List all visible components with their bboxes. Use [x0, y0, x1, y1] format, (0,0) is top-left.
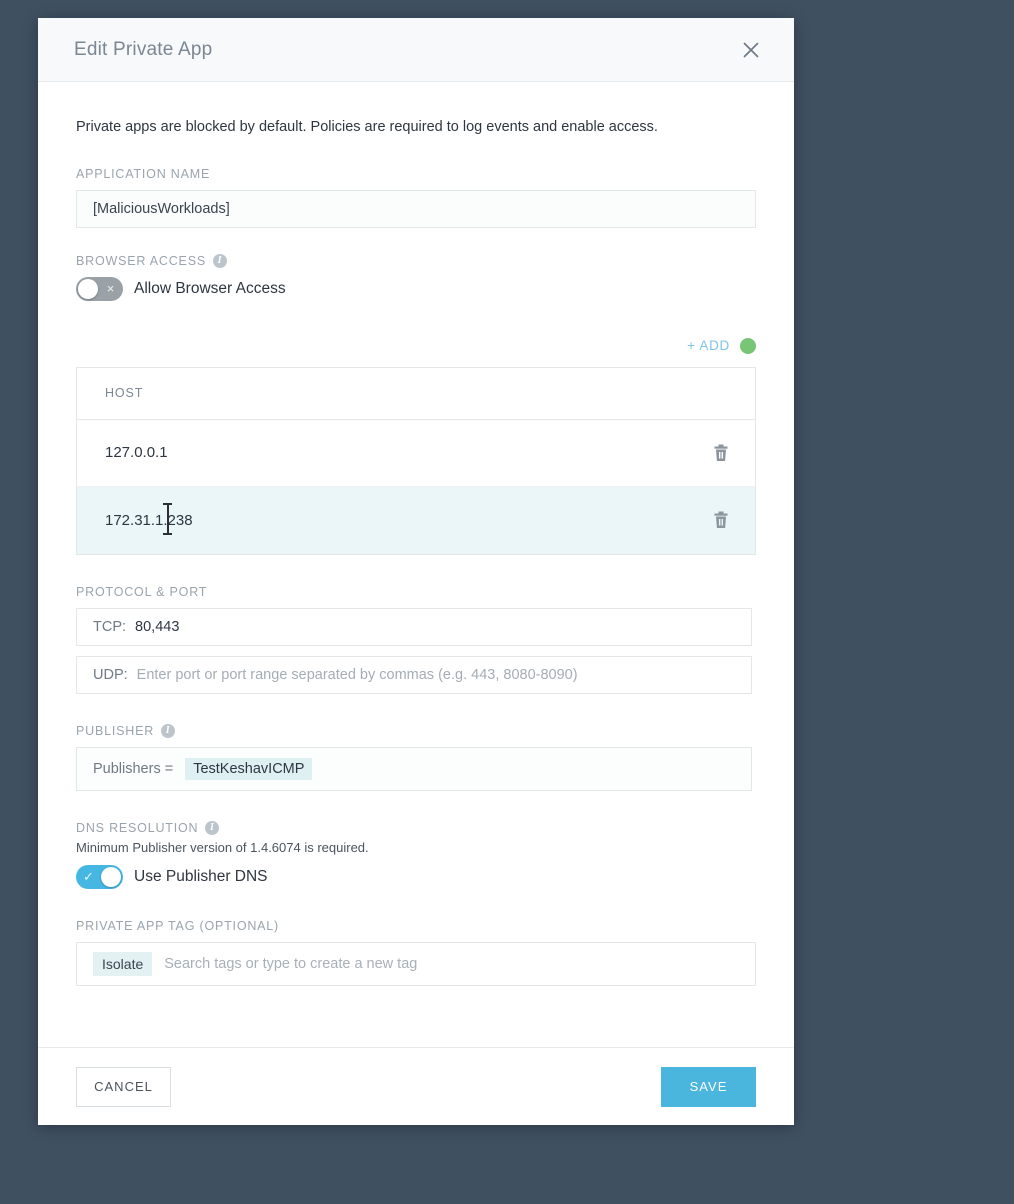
- close-icon[interactable]: [734, 33, 768, 67]
- info-icon[interactable]: i: [205, 820, 220, 835]
- tcp-prefix: TCP:: [93, 618, 127, 635]
- application-name-input[interactable]: [MaliciousWorkloads]: [76, 189, 756, 228]
- browser-access-toggle-row: × Allow Browser Access: [76, 276, 756, 301]
- tag-search-input[interactable]: Isolate Search tags or type to create a …: [76, 941, 756, 986]
- host-table: HOST 127.0.0.1 172.31.1.238: [76, 366, 756, 555]
- application-name-label-text: APPLICATION NAME: [76, 166, 211, 181]
- toggle-knob: [101, 866, 121, 887]
- private-app-tag-section: PRIVATE APP TAG (OPTIONAL) Isolate Searc…: [76, 919, 756, 986]
- add-host-button[interactable]: + ADD: [687, 338, 730, 353]
- dns-resolution-label: DNS RESOLUTION i: [76, 820, 756, 835]
- allow-browser-access-toggle[interactable]: ×: [76, 276, 123, 301]
- tcp-port-value: 80,443: [135, 618, 180, 635]
- toggle-knob: [78, 278, 98, 299]
- dns-resolution-label-text: DNS RESOLUTION: [76, 820, 199, 835]
- cancel-button[interactable]: CANCEL: [76, 1066, 171, 1107]
- table-row[interactable]: 172.31.1.238: [77, 486, 755, 554]
- page-background: Edit Private App Private apps are blocke…: [0, 0, 1014, 1204]
- table-row[interactable]: 127.0.0.1: [77, 419, 755, 487]
- edit-private-app-modal: Edit Private App Private apps are blocke…: [38, 18, 794, 1125]
- dns-resolution-section: DNS RESOLUTION i Minimum Publisher versi…: [76, 820, 756, 889]
- info-icon[interactable]: i: [212, 253, 227, 268]
- modal-body: Private apps are blocked by default. Pol…: [38, 82, 794, 1047]
- browser-access-label-text: BROWSER ACCESS: [76, 253, 206, 268]
- application-name-label: APPLICATION NAME: [76, 167, 756, 181]
- trash-icon[interactable]: [709, 441, 733, 465]
- toggle-off-x-icon: ×: [106, 281, 115, 297]
- udp-port-input[interactable]: UDP: Enter port or port range separated …: [76, 655, 752, 694]
- intro-text: Private apps are blocked by default. Pol…: [76, 119, 658, 135]
- browser-access-section: BROWSER ACCESS i × Allow Browser Access: [76, 253, 756, 301]
- modal-header: Edit Private App: [38, 18, 794, 82]
- allow-browser-access-label: Allow Browser Access: [134, 279, 286, 297]
- publisher-label-text: PUBLISHER: [76, 723, 155, 738]
- publisher-prefix: Publishers =: [93, 760, 174, 777]
- protocol-port-label-text: PROTOCOL & PORT: [76, 584, 208, 599]
- use-publisher-dns-label: Use Publisher DNS: [134, 867, 268, 885]
- publisher-chip[interactable]: TestKeshavICMP: [185, 757, 313, 780]
- host-table-header: HOST: [77, 368, 755, 420]
- cursor-indicator: [740, 337, 756, 354]
- modal-footer: CANCEL SAVE: [38, 1047, 794, 1125]
- private-app-tag-label: PRIVATE APP TAG (OPTIONAL): [76, 919, 756, 933]
- dns-toggle-row: ✓ Use Publisher DNS: [76, 864, 756, 889]
- publisher-section: PUBLISHER i Publishers = TestKeshavICMP: [76, 723, 756, 791]
- dns-version-hint: Minimum Publisher version of 1.4.6074 is…: [76, 839, 369, 855]
- publisher-label: PUBLISHER i: [76, 723, 756, 738]
- host-value: 127.0.0.1: [105, 444, 168, 462]
- tag-chip-isolate[interactable]: Isolate: [93, 951, 153, 976]
- tcp-port-input[interactable]: TCP: 80,443: [76, 607, 752, 646]
- browser-access-label: BROWSER ACCESS i: [76, 253, 756, 268]
- host-value: 172.31.1.238: [105, 502, 709, 535]
- trash-icon[interactable]: [709, 508, 733, 532]
- application-name-value: [MaliciousWorkloads]: [93, 200, 230, 217]
- publisher-input[interactable]: Publishers = TestKeshavICMP: [76, 746, 752, 791]
- hosts-section: + ADD HOST 127.0.0.1 172.31.1.238: [76, 335, 756, 555]
- save-button[interactable]: SAVE: [661, 1066, 756, 1107]
- use-publisher-dns-toggle[interactable]: ✓: [76, 864, 123, 889]
- page-title: Edit Private App: [74, 38, 213, 60]
- private-app-tag-label-text: PRIVATE APP TAG (OPTIONAL): [76, 918, 280, 933]
- info-icon[interactable]: i: [161, 723, 176, 738]
- tag-input-placeholder: Search tags or type to create a new tag: [164, 955, 418, 972]
- toggle-on-check-icon: ✓: [83, 868, 94, 884]
- add-host-row: + ADD: [76, 335, 756, 357]
- host-column-header: HOST: [105, 386, 144, 401]
- udp-prefix: UDP:: [93, 666, 128, 683]
- application-name-section: APPLICATION NAME [MaliciousWorkloads]: [76, 167, 756, 228]
- host-value-text: 172.31.1.238: [105, 511, 193, 529]
- protocol-port-label: PROTOCOL & PORT: [76, 585, 756, 599]
- protocol-port-section: PROTOCOL & PORT TCP: 80,443 UDP: Enter p…: [76, 585, 756, 694]
- udp-port-placeholder: Enter port or port range separated by co…: [136, 666, 578, 683]
